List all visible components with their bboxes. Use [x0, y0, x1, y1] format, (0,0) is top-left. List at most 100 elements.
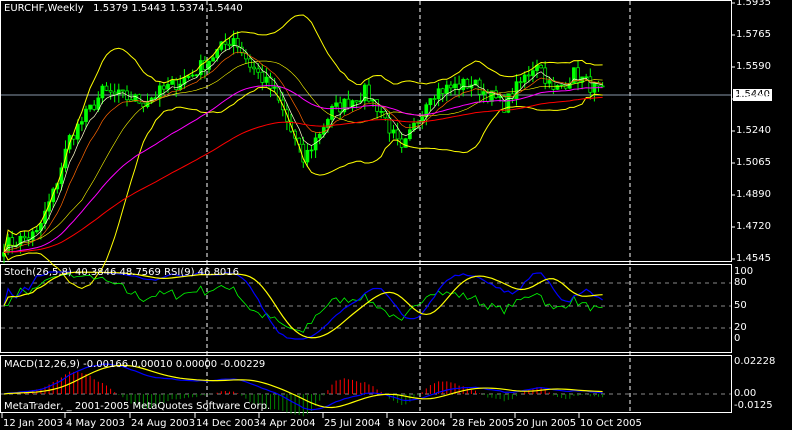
metatrader-chart-window: EURCHF,Weekly 1.5379 1.5443 1.5374 1.544…	[0, 0, 792, 430]
candle-body	[395, 129, 400, 140]
candle-body	[305, 149, 310, 163]
candle-body	[334, 102, 338, 107]
candle-body	[309, 149, 314, 152]
candle-body	[539, 64, 543, 69]
bollinger-lower	[3, 86, 603, 289]
chart-header: EURCHF,Weekly 1.5379 1.5443 1.5374 1.544…	[4, 3, 243, 14]
stoch-axis-label: 20	[734, 322, 747, 333]
candle-body	[100, 85, 105, 99]
price-axis-label: 1.4720	[736, 221, 771, 232]
price-axis-label: 1.5065	[736, 157, 771, 168]
candle-body	[92, 104, 97, 110]
candle-body	[555, 85, 560, 90]
date-axis-label: 24 Aug 2003	[131, 418, 196, 429]
candle-body	[80, 121, 84, 125]
price-axis-label: 1.4545	[736, 253, 771, 264]
rsi-line	[4, 273, 603, 333]
low-price: 1.5374	[169, 3, 205, 14]
candle-body	[461, 78, 466, 91]
price-axis-label: 1.5415	[736, 93, 771, 104]
candle-body	[453, 83, 457, 89]
stoch-axis-label: 80	[734, 277, 747, 288]
date-axis-label: 14 Dec 2003	[196, 418, 260, 429]
stoch-axis-label: 100	[734, 266, 754, 277]
date-axis-label: 4 May 2003	[66, 418, 125, 429]
macd-axis-label: 0.02228	[734, 356, 776, 367]
candle-body	[444, 84, 449, 94]
price-axis-label: 1.4890	[736, 189, 771, 200]
candle-body	[211, 57, 215, 62]
high-price: 1.5443	[131, 3, 167, 14]
macd-axis-label: 0.00	[734, 388, 757, 399]
stoch-axis-label: 0	[734, 333, 741, 344]
candle-body	[531, 70, 535, 76]
candle-body	[526, 74, 531, 77]
candle-body	[584, 76, 589, 79]
candle-body	[317, 133, 322, 139]
candle-body	[121, 89, 125, 92]
candle-body	[26, 237, 31, 240]
candle-body	[432, 98, 437, 100]
stoch-axis-label: 50	[734, 300, 747, 311]
candle-body	[166, 83, 170, 90]
candle-body	[174, 79, 179, 90]
candle-body	[88, 104, 92, 110]
macd-axis-label: -0.0125	[734, 400, 773, 411]
price-axis-label: 1.5590	[736, 61, 771, 72]
candle-body	[198, 60, 203, 76]
close-price: 1.5440	[207, 3, 243, 14]
candle-body	[449, 84, 453, 89]
candle-body	[547, 80, 552, 84]
candle-body	[514, 81, 519, 100]
candle-body	[112, 91, 117, 95]
candle-body	[10, 237, 15, 246]
date-axis-label: 10 Oct 2005	[580, 418, 642, 429]
price-axis-label: 1.5765	[736, 29, 771, 40]
candle-body	[391, 129, 396, 134]
candle-body	[256, 68, 261, 73]
candle-body	[518, 81, 523, 84]
date-axis-label: 8 Nov 2004	[388, 418, 446, 429]
price-axis-label: 1.5240	[736, 125, 771, 136]
candle-body	[346, 98, 351, 109]
candle-body	[190, 74, 195, 77]
date-axis-label: 4 Apr 2004	[260, 418, 316, 429]
candle-body	[481, 91, 486, 95]
candle-body	[420, 116, 425, 123]
candle-body	[436, 88, 441, 100]
candle-body	[186, 75, 191, 78]
candle-body	[75, 123, 80, 140]
candle-body	[600, 85, 605, 88]
ma-long	[3, 96, 603, 254]
stoch-rsi-label: Stoch(26,5,8) 40.3846 48.7569 RSI(9) 46.…	[4, 267, 240, 278]
candle-body	[108, 90, 113, 93]
date-axis-label: 28 Feb 2005	[452, 418, 515, 429]
candle-body	[272, 86, 277, 89]
candle-body	[104, 85, 109, 91]
candle-body	[428, 98, 433, 106]
candle-body	[440, 88, 445, 94]
candle-body	[563, 84, 568, 89]
main-panel-frame	[0, 0, 732, 262]
candle-body	[588, 76, 593, 93]
candle-body	[559, 84, 564, 87]
candle-body	[522, 74, 527, 83]
copyright-label: MetaTrader, _ 2001-2005 MetaQuotes Softw…	[4, 401, 271, 412]
macd-label: MACD(12,26,9) -0.00166 0.00010 0.00000 -…	[4, 359, 266, 370]
symbol-timeframe: EURCHF,Weekly	[4, 3, 84, 14]
date-axis-label: 20 Jun 2005	[516, 418, 577, 429]
candle-body	[260, 71, 265, 83]
bollinger-upper	[3, 14, 603, 253]
candle-body	[338, 102, 343, 113]
candle-body	[223, 41, 228, 45]
candle-body	[231, 38, 236, 47]
open-price: 1.5379	[93, 3, 129, 14]
date-axis-label: 25 Jul 2004	[324, 418, 381, 429]
date-axis-label: 12 Jan 2003	[3, 418, 63, 429]
candle-body	[84, 108, 88, 122]
candle-body	[379, 111, 384, 113]
candle-body	[162, 85, 166, 90]
candle-body	[34, 230, 39, 233]
candle-body	[264, 76, 269, 83]
price-axis-label: 1.5935	[736, 0, 771, 8]
